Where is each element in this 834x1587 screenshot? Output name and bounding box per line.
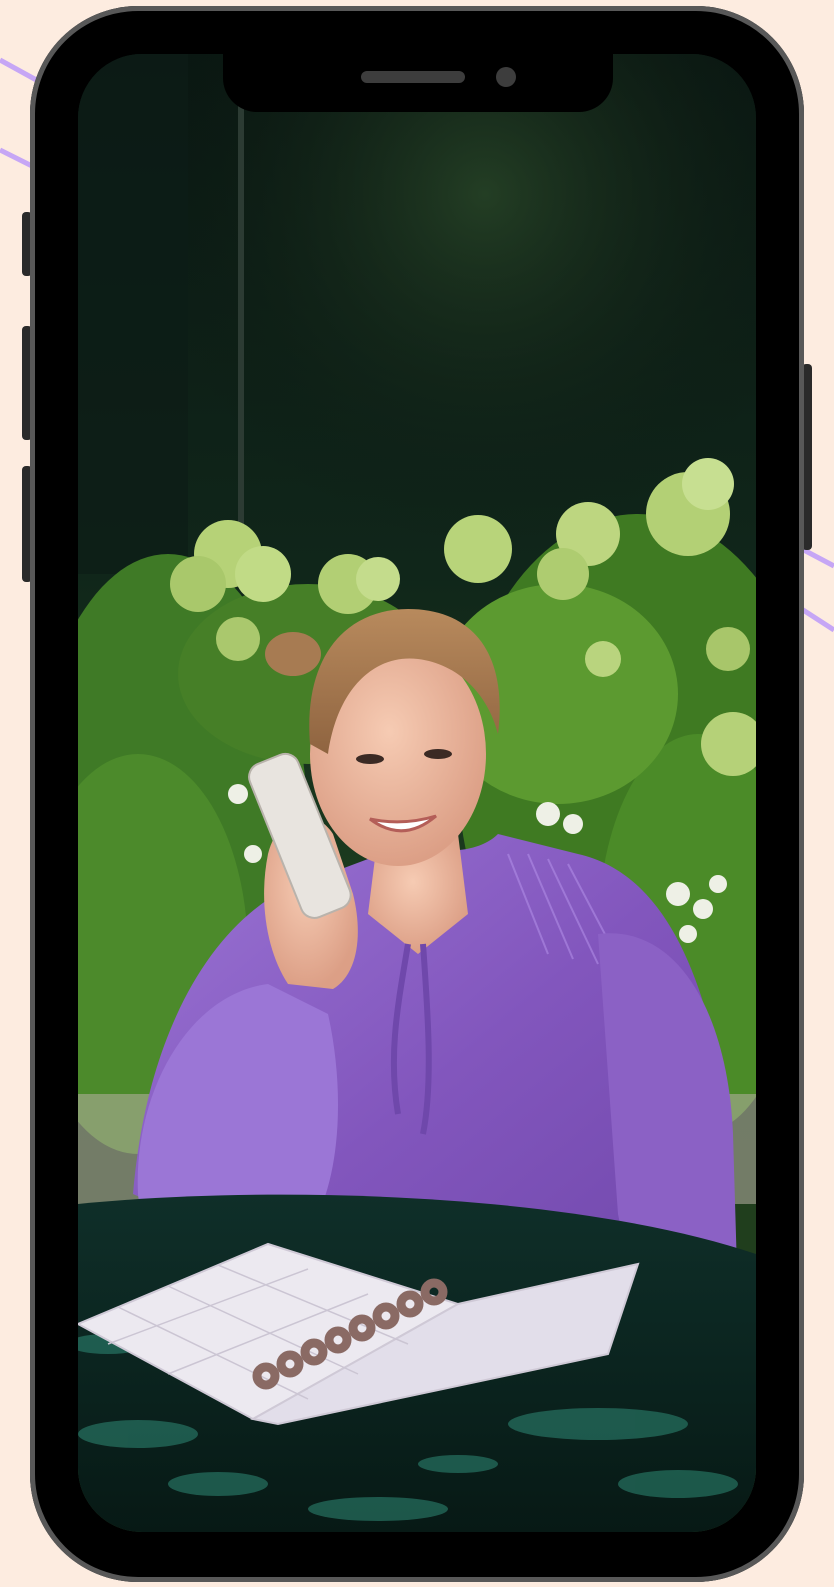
phone-screen <box>78 54 756 1532</box>
glass-wall <box>78 54 188 574</box>
front-camera <box>496 67 516 87</box>
page-canvas <box>0 0 834 1587</box>
deco-line-top-left-1 <box>0 57 42 85</box>
deco-line-right-1 <box>798 545 834 569</box>
screen-photo <box>78 54 756 1532</box>
hair-bun <box>265 632 321 676</box>
window-frame-post <box>238 94 244 524</box>
right-eye <box>424 749 452 759</box>
speaker-grille <box>361 71 465 83</box>
phone-frame <box>30 6 804 1582</box>
left-eye <box>356 754 384 764</box>
phone-notch <box>223 54 613 112</box>
deco-line-right-2 <box>798 605 834 633</box>
